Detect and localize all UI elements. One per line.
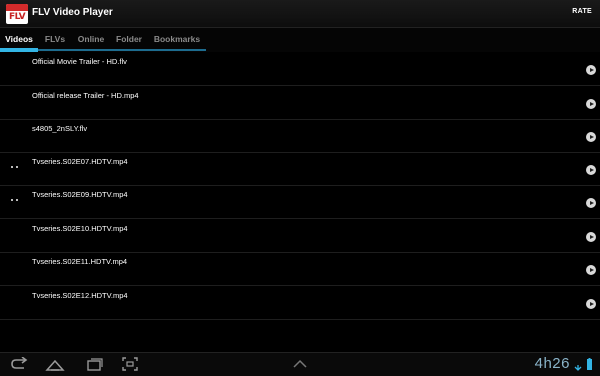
system-navigation-bar: 4h26: [0, 352, 600, 376]
play-icon[interactable]: [586, 198, 596, 208]
play-icon[interactable]: [586, 65, 596, 75]
video-thumbnail-icon: [11, 165, 21, 170]
battery-icon: [587, 359, 592, 370]
home-icon[interactable]: [45, 357, 65, 371]
app-title: FLV Video Player: [32, 7, 113, 18]
rate-button[interactable]: RATE: [572, 8, 592, 15]
play-icon[interactable]: [586, 99, 596, 109]
video-title: Tvseries.S02E11.HDTV.mp4: [32, 257, 128, 266]
list-item[interactable]: Tvseries.S02E10.HDTV.mp4: [0, 219, 600, 253]
app-logo-text: FLV: [8, 12, 26, 22]
list-item[interactable]: s4805_2nSLY.flv: [0, 119, 600, 153]
tab-flvs[interactable]: FLVs: [38, 28, 72, 50]
wifi-icon: [574, 365, 582, 371]
list-item[interactable]: Tvseries.S02E09.HDTV.mp4: [0, 185, 600, 219]
video-list: Official Movie Trailer - HD.flv Official…: [0, 52, 600, 352]
video-title: Tvseries.S02E12.HDTV.mp4: [32, 291, 128, 300]
video-title: Tvseries.S02E07.HDTV.mp4: [32, 157, 128, 166]
tab-folder[interactable]: Folder: [110, 28, 148, 50]
video-title: s4805_2nSLY.flv: [32, 124, 88, 133]
recent-apps-icon[interactable]: [86, 357, 104, 371]
back-icon[interactable]: [10, 357, 28, 371]
play-icon[interactable]: [586, 265, 596, 275]
video-title: Official release Trailer - HD.mp4: [32, 91, 139, 100]
play-icon[interactable]: [586, 299, 596, 309]
list-item[interactable]: Tvseries.S02E11.HDTV.mp4: [0, 252, 600, 286]
play-icon[interactable]: [586, 165, 596, 175]
video-title: Official Movie Trailer - HD.flv: [32, 57, 127, 66]
screenshot-icon[interactable]: [122, 357, 138, 371]
app-logo-icon[interactable]: FLV: [6, 4, 28, 24]
video-title: Tvseries.S02E10.HDTV.mp4: [32, 224, 128, 233]
status-icons: [574, 358, 594, 371]
tab-bookmarks[interactable]: Bookmarks: [148, 28, 206, 50]
action-bar: FLV FLV Video Player RATE: [0, 0, 600, 28]
tab-online[interactable]: Online: [72, 28, 110, 50]
expand-up-icon[interactable]: [292, 357, 308, 371]
list-item[interactable]: Official release Trailer - HD.mp4: [0, 86, 600, 120]
list-item[interactable]: Tvseries.S02E12.HDTV.mp4: [0, 286, 600, 320]
tab-videos[interactable]: Videos: [0, 28, 38, 50]
play-icon[interactable]: [586, 132, 596, 142]
tab-bar: Videos FLVs Online Folder Bookmarks: [0, 28, 600, 52]
video-thumbnail-icon: [11, 198, 21, 203]
clock: 4h26: [534, 355, 570, 372]
play-icon[interactable]: [586, 232, 596, 242]
list-item[interactable]: Tvseries.S02E07.HDTV.mp4: [0, 152, 600, 186]
video-title: Tvseries.S02E09.HDTV.mp4: [32, 190, 128, 199]
list-item[interactable]: Official Movie Trailer - HD.flv: [0, 52, 600, 86]
